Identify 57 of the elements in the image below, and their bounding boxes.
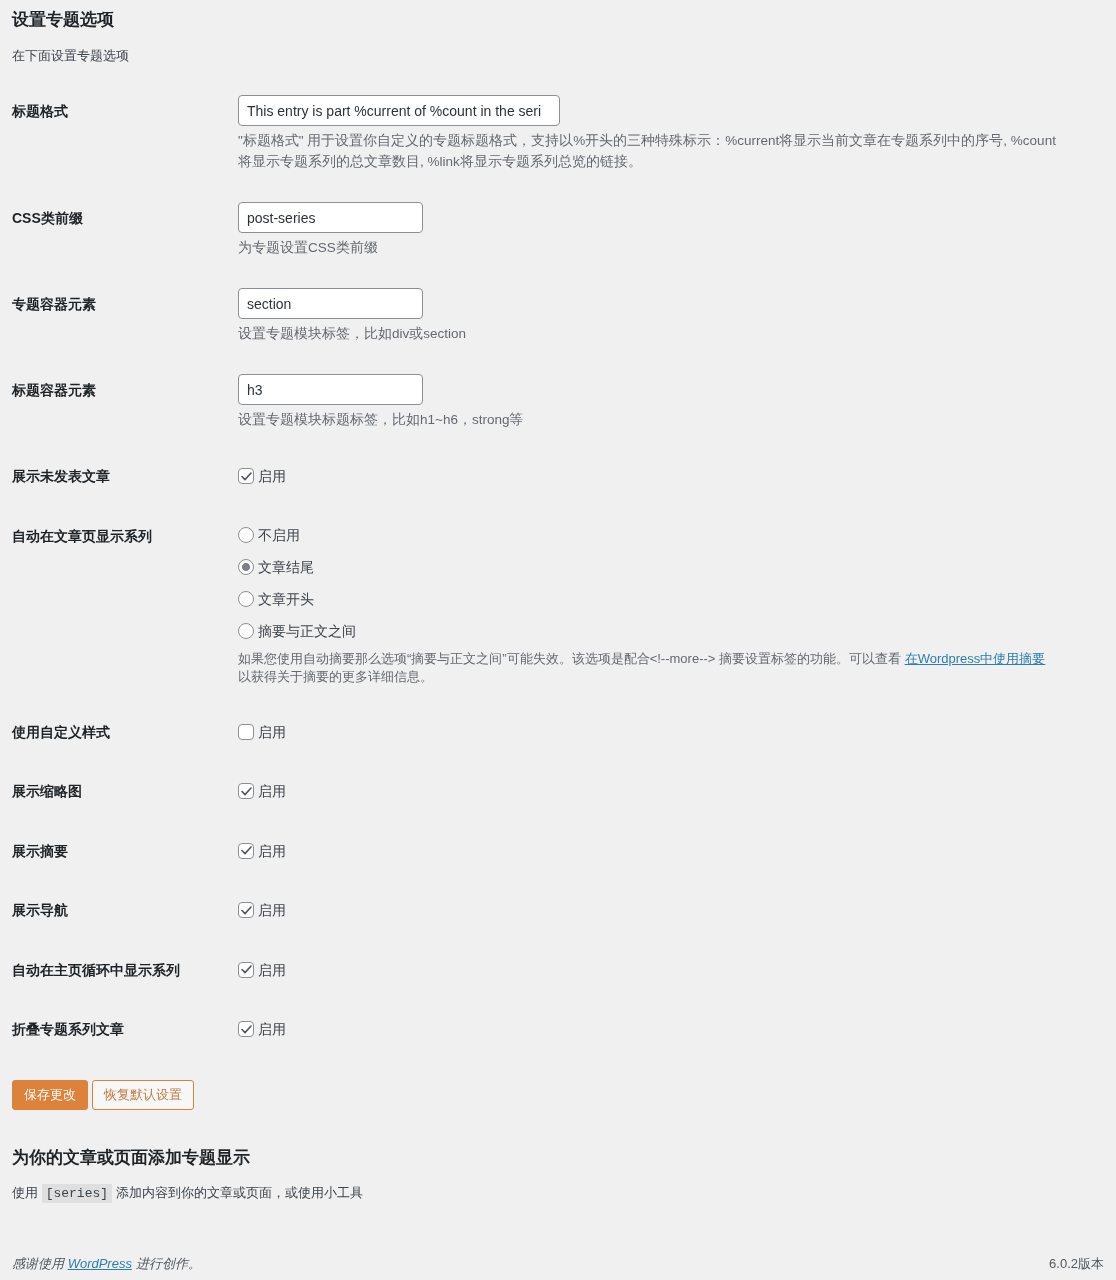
text-field[interactable]: post-series: [238, 202, 423, 233]
field-description: 为专题设置CSS类前缀: [238, 239, 378, 257]
setting-label: 自动在文章页显示系列: [12, 526, 152, 546]
checkbox[interactable]: [238, 1021, 254, 1037]
setting-label: CSS类前缀: [12, 208, 83, 228]
radio-label[interactable]: 文章结尾: [258, 555, 314, 578]
field-description: 设置专题模块标签，比如div或section: [238, 325, 467, 343]
setting-label: 展示摘要: [12, 841, 68, 861]
footer-credit: 感谢使用 WordPress 进行创作。: [12, 1254, 201, 1273]
checkbox[interactable]: [238, 723, 254, 740]
checkbox-label[interactable]: 启用: [258, 720, 286, 743]
checkbox-label[interactable]: 启用: [258, 899, 286, 921]
setting-label: 标题格式: [12, 101, 68, 121]
section-description: 使用 [series] 添加内容到你的文章或页面，或使用小工具: [12, 1182, 363, 1205]
checkbox-label[interactable]: 启用: [258, 839, 286, 862]
field-description: 设置专题模块标题标签，比如h1~h6，strong等: [238, 411, 524, 429]
radio-button[interactable]: [238, 558, 254, 575]
checkbox[interactable]: [238, 961, 254, 978]
setting-label: 展示导航: [12, 901, 68, 920]
checkbox[interactable]: [238, 783, 254, 799]
setting-label: 使用自定义样式: [12, 722, 110, 742]
checkbox[interactable]: [238, 842, 254, 859]
setting-label: 展示缩略图: [12, 782, 82, 801]
wordpress-link[interactable]: WordPress: [67, 1255, 132, 1271]
setting-label: 专题容器元素: [12, 294, 96, 314]
setting-label: 折叠专题系列文章: [12, 1020, 124, 1039]
radio-button[interactable]: [238, 622, 254, 639]
page-title: 设置专题选项: [12, 9, 114, 31]
version-text: 6.0.2版本: [1049, 1254, 1104, 1273]
checkbox[interactable]: [238, 902, 254, 918]
setting-label: 自动在主页循环中显示系列: [12, 960, 180, 980]
help-link[interactable]: 在Wordpress中使用摘要: [904, 650, 1046, 666]
setting-label: 展示未发表文章: [12, 467, 110, 486]
text-field[interactable]: This entry is part %current of %count in the seri: [238, 95, 560, 126]
radio-label[interactable]: 文章开头: [258, 587, 314, 610]
radio-button[interactable]: [238, 590, 254, 607]
radio-label[interactable]: 不启用: [258, 523, 300, 546]
section-title: 为你的文章或页面添加专题显示: [12, 1146, 250, 1169]
checkbox-label[interactable]: 启用: [258, 958, 286, 981]
page-description: 在下面设置专题选项: [12, 47, 129, 65]
checkbox-label[interactable]: 启用: [258, 1018, 286, 1040]
tick-icon: [240, 1024, 252, 1034]
checkbox[interactable]: [238, 468, 254, 484]
tick-icon: [240, 965, 252, 974]
field-description: 如果您使用自动摘要那么选项“摘要与正文之间”可能失效。该选项是配合<!--more--> 摘要设置标签的功能。可以查看 在Wordpress中使用摘要 以获得关于摘要的更多详细信息。: [238, 649, 1047, 686]
checkbox-label[interactable]: 启用: [258, 780, 286, 802]
text-field[interactable]: h3: [238, 374, 423, 405]
radio-button[interactable]: [238, 526, 254, 543]
text-field[interactable]: section: [238, 288, 423, 319]
tick-icon: [240, 846, 252, 855]
tick-icon: [240, 786, 252, 796]
checkbox-label[interactable]: 启用: [258, 465, 286, 487]
tick-icon: [240, 905, 252, 915]
radio-label[interactable]: 摘要与正文之间: [258, 619, 356, 642]
field-description: "标题格式" 用于设置你自定义的专题标题格式，支持以%开头的三种特殊标示：%current将显示当前文章在专题系列中的序号, %count将显示专题系列的总文章数目, %link将显示专题系列总览的链接。: [238, 132, 1057, 171]
tick-icon: [240, 471, 252, 481]
setting-label: 标题容器元素: [12, 380, 96, 400]
